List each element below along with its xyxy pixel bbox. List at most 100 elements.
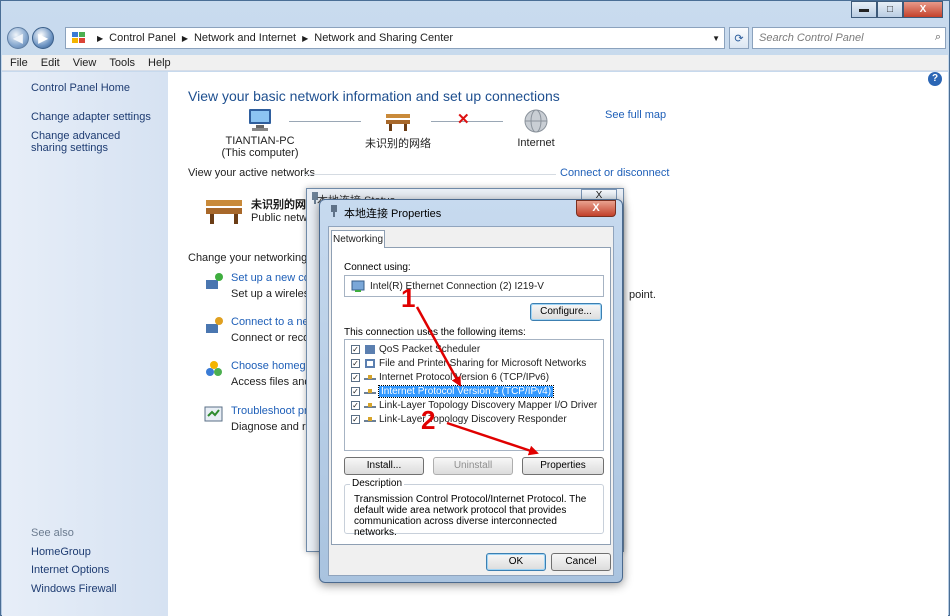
chevron-down-icon[interactable]: ▼ <box>712 34 720 43</box>
menu-file[interactable]: File <box>10 57 28 69</box>
dialog-close-button[interactable]: X <box>576 200 616 217</box>
active-network-type[interactable]: Public netwo <box>251 212 313 224</box>
sidebar-internet-options[interactable]: Internet Options <box>31 564 109 576</box>
configure-button[interactable]: Configure... <box>530 303 602 321</box>
connect-network-icon <box>206 317 223 333</box>
minimize-button[interactable]: ▬ <box>851 1 877 18</box>
caption-buttons: ▬ □ X <box>851 1 943 18</box>
ethernet-adapter-icon <box>351 280 365 292</box>
protocol-icon <box>364 375 376 380</box>
properties-dialog: 本地连接 Properties X Networking Connect usi… <box>319 199 623 583</box>
list-item-label: File and Printer Sharing for Microsoft N… <box>379 358 587 369</box>
annotation-number-1: 1 <box>401 283 416 313</box>
globe-icon <box>524 109 548 133</box>
list-item-label: Link-Layer Topology Discovery Responder <box>379 414 567 425</box>
breadcrumb-network-sharing-center[interactable]: Network and Sharing Center <box>314 32 453 44</box>
back-button[interactable]: ◀ <box>7 27 29 49</box>
chevron-right-icon: ▶ <box>181 33 188 43</box>
list-item[interactable]: ✓ Link-Layer Topology Discovery Mapper I… <box>351 399 597 412</box>
list-item-label: Internet Protocol Version 4 (TCP/IPv4) <box>377 385 555 398</box>
list-item[interactable]: ✓ File and Printer Sharing for Microsoft… <box>351 357 586 370</box>
menu-help[interactable]: Help <box>148 57 171 69</box>
tab-networking[interactable]: Networking <box>331 230 385 248</box>
search-input[interactable]: Search Control Panel ⌕ <box>752 27 946 49</box>
menu-view[interactable]: View <box>73 57 97 69</box>
change-settings-label: Change your networking se <box>188 252 322 264</box>
task-desc-fragment: point. <box>629 289 656 301</box>
network-name: 未识别的网络 <box>365 138 431 150</box>
help-icon[interactable]: ? <box>928 72 942 86</box>
troubleshoot-icon <box>204 406 223 422</box>
sidebar-control-panel-home[interactable]: Control Panel Home <box>31 82 130 94</box>
protocol-icon <box>364 403 376 408</box>
adapter-name: Intel(R) Ethernet Connection (2) I219-V <box>370 280 544 292</box>
list-item[interactable]: ✓ Internet Protocol Version 6 (TCP/IPv6) <box>351 371 549 384</box>
cancel-button[interactable]: Cancel <box>551 553 611 571</box>
connector-line <box>289 121 361 122</box>
list-item-label: Link-Layer Topology Discovery Mapper I/O… <box>379 400 598 411</box>
description-text: Transmission Control Protocol/Internet P… <box>354 494 587 538</box>
computer-icon <box>249 109 271 131</box>
items-list: ✓ QoS Packet Scheduler ✓ File and Printe… <box>344 339 604 451</box>
navigation-bar: ◀ ▶ ▶ Control Panel ▶ Network and Intern… <box>5 25 946 53</box>
bench-icon <box>206 200 242 224</box>
checkbox[interactable]: ✓ <box>351 387 360 396</box>
disconnected-x-icon: ✕ <box>457 111 470 128</box>
this-computer-node: TIANTIAN-PC (This computer) <box>220 108 300 159</box>
address-bar[interactable]: ▶ Control Panel ▶ Network and Internet ▶… <box>65 27 725 49</box>
checkbox[interactable]: ✓ <box>351 359 360 368</box>
refresh-button[interactable]: ⟳ <box>729 27 749 49</box>
connect-disconnect-link[interactable]: Connect or disconnect <box>560 167 669 179</box>
sidebar-change-advanced-sharing[interactable]: Change advanced sharing settings <box>31 130 151 154</box>
pc-name: TIANTIAN-PC <box>225 135 295 147</box>
uninstall-button: Uninstall <box>433 457 513 475</box>
task-desc: Diagnose and rep <box>231 421 318 433</box>
internet-node: Internet <box>506 108 566 149</box>
connect-using-label: Connect using: <box>344 262 411 273</box>
breadcrumb-control-panel[interactable]: Control Panel <box>109 32 176 44</box>
list-item-selected[interactable]: ✓ Internet Protocol Version 4 (TCP/IPv4) <box>351 385 555 398</box>
menu-tools[interactable]: Tools <box>109 57 135 69</box>
sidebar-windows-firewall[interactable]: Windows Firewall <box>31 583 117 595</box>
task-desc: Connect or recon <box>231 332 316 344</box>
task-title[interactable]: Troubleshoot pro <box>231 405 314 417</box>
checkbox[interactable]: ✓ <box>351 373 360 382</box>
dialog-body: Networking Connect using: Intel(R) Ether… <box>328 226 614 576</box>
list-item[interactable]: ✓ QoS Packet Scheduler <box>351 343 480 356</box>
search-placeholder: Search Control Panel <box>759 32 864 44</box>
checkbox[interactable]: ✓ <box>351 401 360 410</box>
see-full-map-link[interactable]: See full map <box>605 109 666 121</box>
ok-button[interactable]: OK <box>486 553 546 571</box>
active-networks-label: View your active networks <box>188 167 315 179</box>
qos-icon <box>365 345 375 354</box>
checkbox[interactable]: ✓ <box>351 345 360 354</box>
maximize-button[interactable]: □ <box>877 1 903 18</box>
chevron-right-icon: ▶ <box>97 33 104 43</box>
see-also-header: See also <box>31 527 74 539</box>
annotation-number-2: 2 <box>421 405 436 435</box>
menu-edit[interactable]: Edit <box>41 57 60 69</box>
sidebar-homegroup[interactable]: HomeGroup <box>31 546 91 558</box>
control-panel-icon <box>72 32 85 43</box>
protocol-icon <box>364 417 376 422</box>
breadcrumb-network-internet[interactable]: Network and Internet <box>194 32 296 44</box>
search-icon: ⌕ <box>934 31 941 43</box>
checkbox[interactable]: ✓ <box>351 415 360 424</box>
forward-button[interactable]: ▶ <box>32 27 54 49</box>
list-item[interactable]: ✓ Link-Layer Topology Discovery Responde… <box>351 413 567 426</box>
networking-tab-pane: Connect using: Intel(R) Ethernet Connect… <box>331 247 611 545</box>
menu-bar: File Edit View Tools Help <box>2 55 948 71</box>
sidebar: Control Panel Home Change adapter settin… <box>2 72 168 616</box>
divider <box>304 174 556 175</box>
properties-button[interactable]: Properties <box>522 457 604 475</box>
chevron-right-icon: ▶ <box>302 33 309 43</box>
protocol-icon <box>364 389 376 394</box>
network-node: 未识别的网络 <box>358 110 438 151</box>
file-sharing-icon <box>365 359 375 368</box>
explorer-window: ▬ □ X ◀ ▶ ▶ Control Panel ▶ Network and … <box>0 0 950 616</box>
close-button[interactable]: X <box>903 1 943 18</box>
list-item-label: QoS Packet Scheduler <box>379 344 481 355</box>
active-network-name: 未识别的网 <box>251 199 306 211</box>
sidebar-change-adapter-settings[interactable]: Change adapter settings <box>31 111 151 123</box>
install-button[interactable]: Install... <box>344 457 424 475</box>
